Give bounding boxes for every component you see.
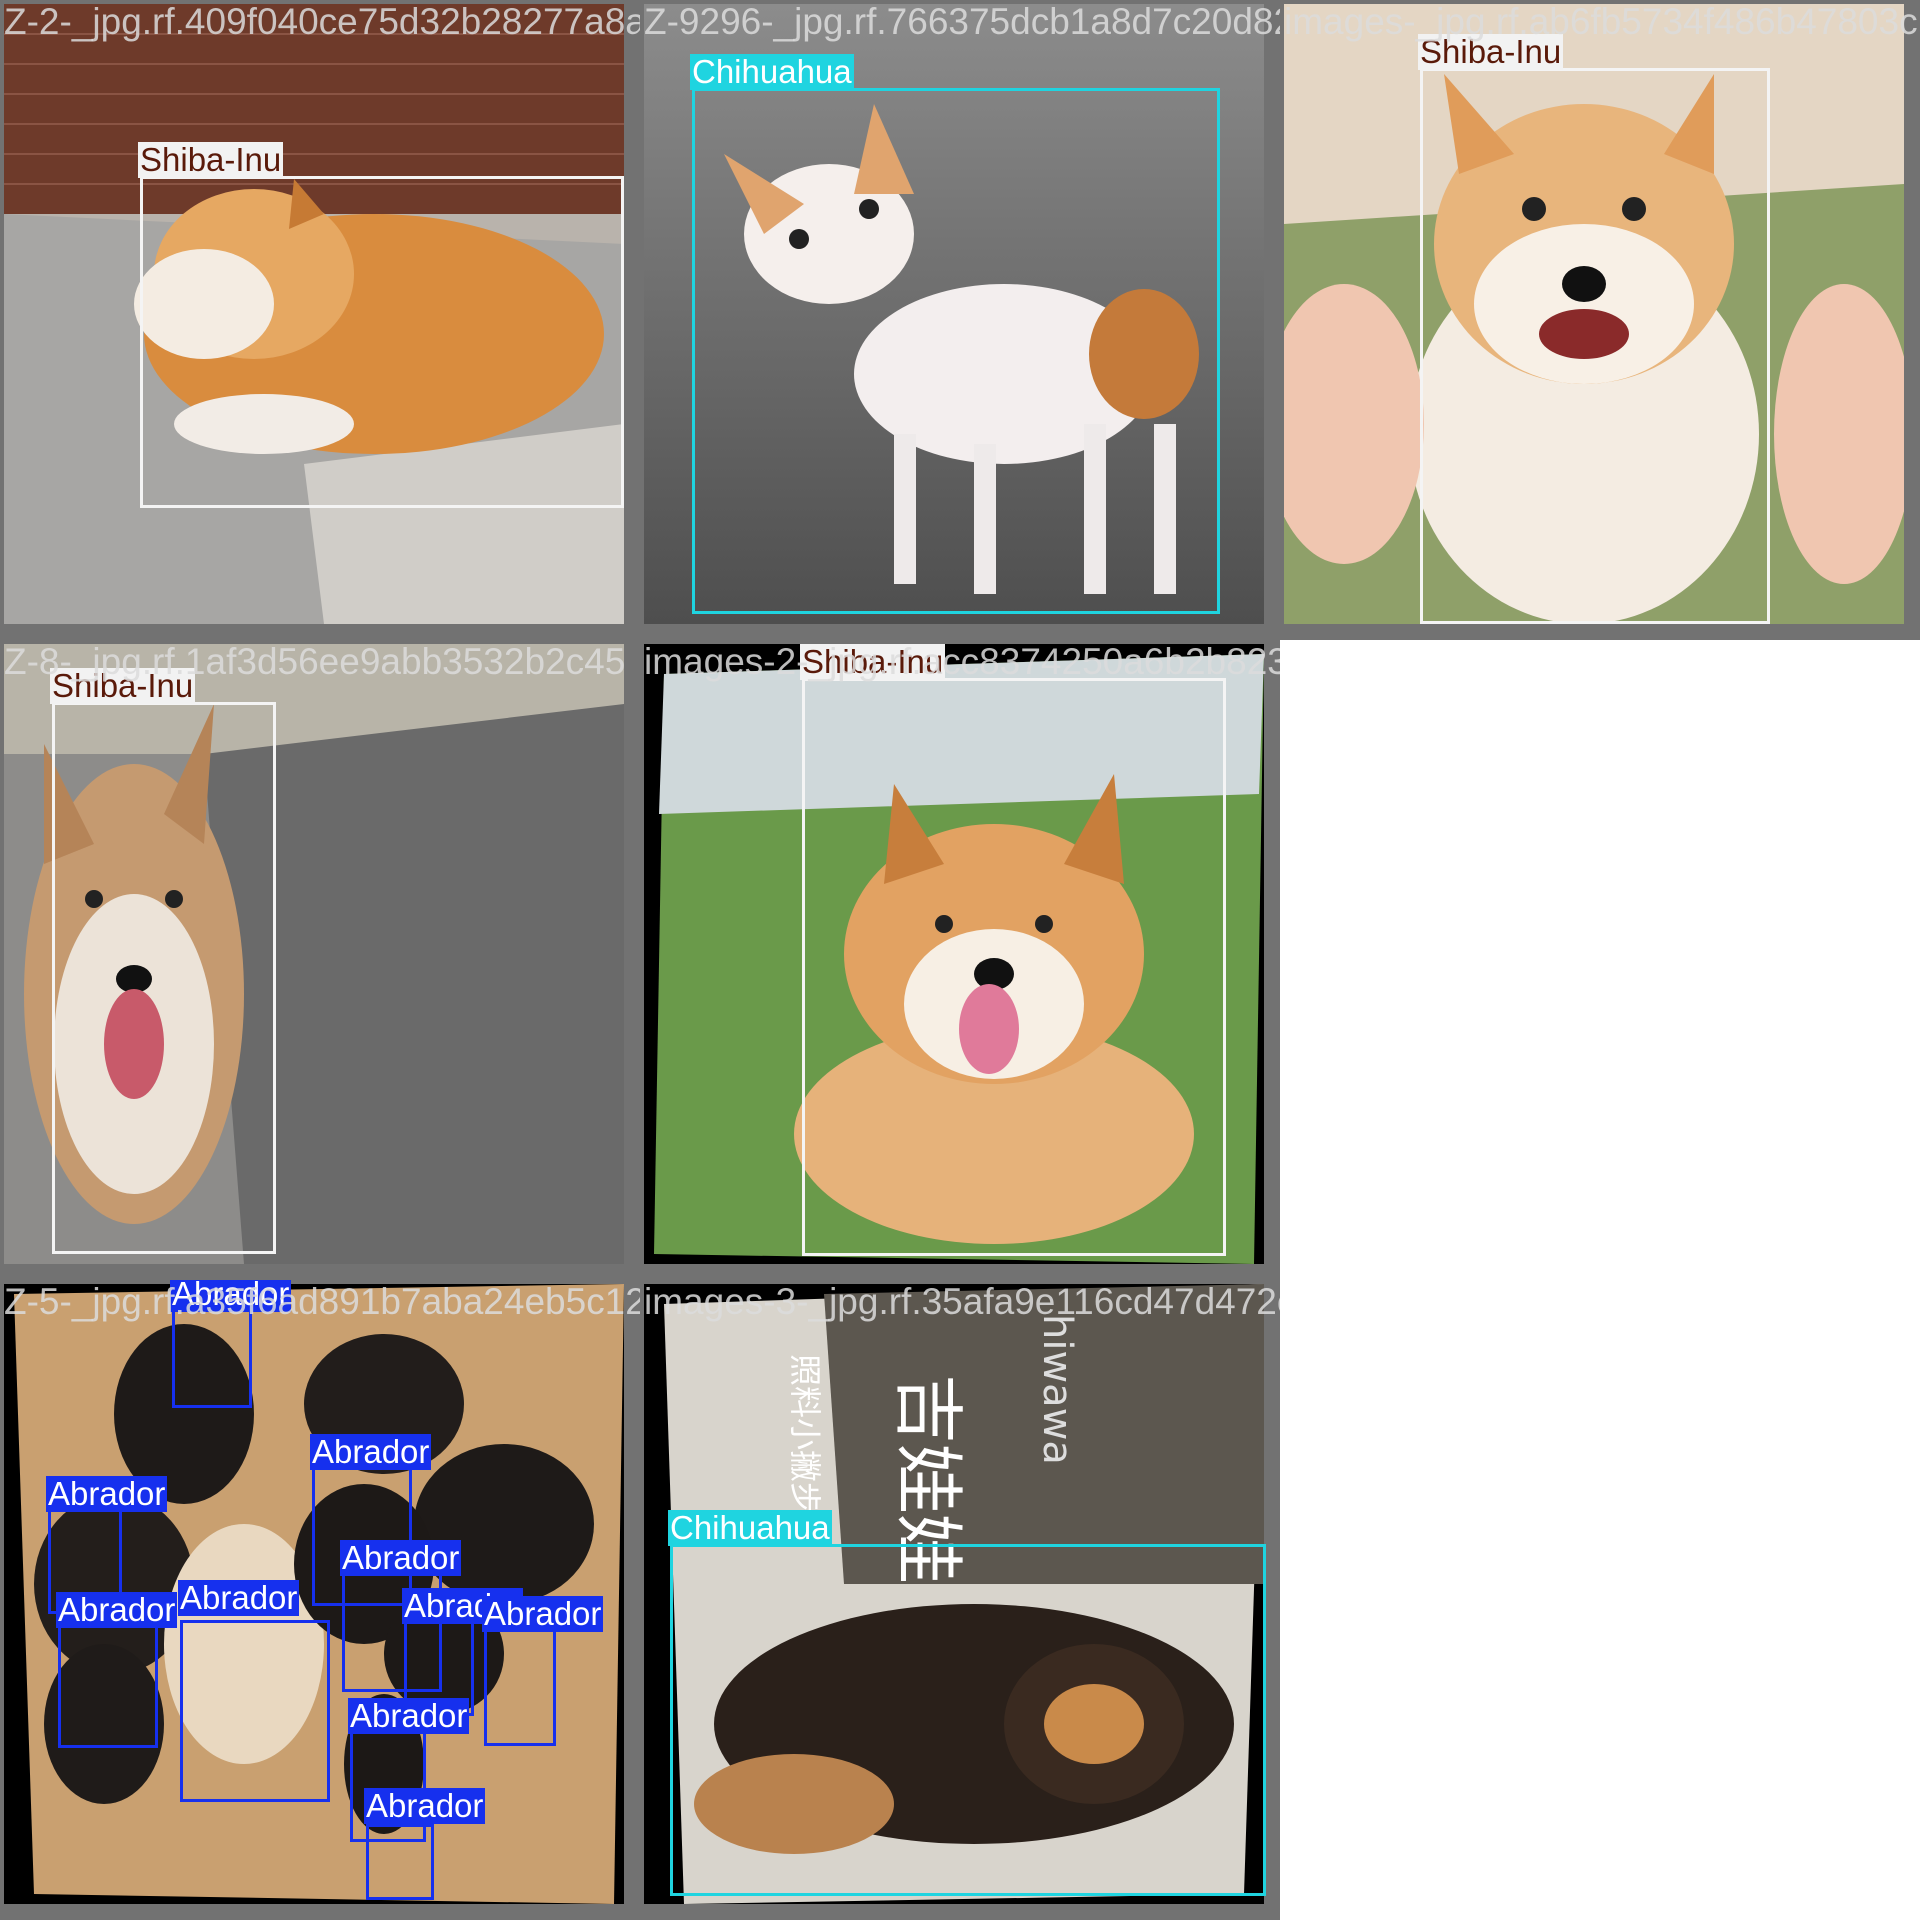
bbox-shiba-inu	[140, 176, 624, 508]
tile-3: images-_jpg.rf.ab6fb5734f486b47803c Shib…	[1280, 0, 1920, 640]
tile-6: Z-5-_jpg.rf.a35f6ad891b7aba24eb5c125a001…	[0, 1280, 640, 1920]
book-subtitle-text: 照料小撇步	[786, 1354, 824, 1514]
bbox-abrador	[58, 1624, 158, 1748]
tile-5: images-2-_jpg.rf.acc8374250a6b2b823b708 …	[640, 640, 1280, 1280]
bbox-label: Abrador	[178, 1579, 300, 1616]
bbox-label: Abrador	[364, 1787, 486, 1824]
image-filename: images-_jpg.rf.ab6fb5734f486b47803c	[1284, 1, 1918, 42]
image-filename: Z-9296-_jpg.rf.766375dcb1a8d7c20d8209a8a…	[644, 1, 1280, 42]
bbox-shiba-inu	[52, 702, 276, 1254]
tile-2: Z-9296-_jpg.rf.766375dcb1a8d7c20d8209a8a…	[640, 0, 1280, 640]
bbox-shiba-inu	[1420, 68, 1770, 624]
bbox-shiba-inu	[802, 678, 1226, 1256]
bbox-label: Abrador	[56, 1591, 178, 1628]
bbox-label: Abrador	[340, 1539, 462, 1576]
bbox-label: Chihuahua	[668, 1509, 832, 1546]
tile-1: Z-2-_jpg.rf.409f040ce75d32b28277a8a_9296…	[0, 0, 640, 640]
bbox-label: Shiba-Inu	[138, 141, 284, 178]
bbox-abrador	[172, 1308, 252, 1408]
bbox-label: Abrador	[310, 1433, 432, 1470]
bbox-abrador	[180, 1620, 330, 1802]
image-filename: Z-5-_jpg.rf.a35f6ad891b7aba24eb5c125a001	[4, 1281, 640, 1322]
bbox-chihuahua	[670, 1544, 1266, 1896]
bbox-label: Abrador	[482, 1595, 604, 1632]
image-filename: images-3-_jpg.rf.35afa9e116cd47d472ee7b4	[644, 1281, 1280, 1322]
image-filename: Z-2-_jpg.rf.409f040ce75d32b28277a8a_9296	[4, 1, 640, 42]
bbox-label: Abrador	[348, 1697, 470, 1734]
image-filename: images-2-_jpg.rf.acc8374250a6b2b823b708	[644, 641, 1280, 682]
book-brand-text: hiwawa	[1034, 1314, 1080, 1465]
image-filename: Z-8-_jpg.rf.1af3d56ee9abb3532b2c45	[4, 641, 626, 682]
tile-4: Z-8-_jpg.rf.1af3d56ee9abb3532b2c45 Shiba…	[0, 640, 640, 1280]
tile-7: 吉娃娃 照料小撇步 hiwawa images-3-_jpg.rf.35afa9…	[640, 1280, 1280, 1920]
bbox-abrador	[366, 1824, 434, 1900]
bbox-label: Chihuahua	[690, 53, 854, 90]
bbox-chihuahua	[692, 88, 1220, 614]
bbox-abrador	[484, 1628, 556, 1746]
bbox-label: Abrador	[46, 1475, 168, 1512]
